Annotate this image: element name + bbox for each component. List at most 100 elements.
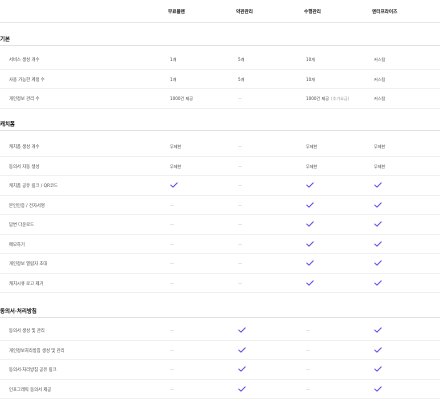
not-included-dash: — xyxy=(170,242,174,247)
table-row: 동의서 자동 생성 무제한 — 무제한 무제한 xyxy=(0,164,440,184)
cell-free: — xyxy=(170,348,174,353)
cell-enterprise xyxy=(374,182,382,188)
cell-consent: — xyxy=(306,367,310,372)
section-title: 동의서·처리방침 xyxy=(0,307,37,315)
cell-value: 5개 xyxy=(238,77,244,82)
feature-label: 캐치폼 공유 링크 / QR코드 xyxy=(9,183,58,189)
cell-value: 1000건 제공 xyxy=(170,96,193,101)
row-divider xyxy=(0,359,440,360)
cell-free: 무제한 xyxy=(170,164,181,170)
cell-value: 5개 xyxy=(238,57,244,62)
feature-label: 인포그래픽 동의서 제공 xyxy=(9,387,51,393)
table-row: 본인인증 / 전자서명 — — xyxy=(0,203,440,223)
cell-terms: — xyxy=(238,261,242,266)
cell-value: 무제한 xyxy=(306,164,317,169)
cell-consent: 10개 xyxy=(306,77,315,83)
not-included-dash: — xyxy=(238,222,242,227)
row-divider xyxy=(0,195,440,196)
cell-consent: 1000건 제공(추가요금) xyxy=(306,96,349,102)
check-icon xyxy=(238,386,246,392)
table-row: 개인정보처리방침 생성 및 관리—— xyxy=(0,348,440,368)
check-icon xyxy=(306,221,314,227)
cell-enterprise: 커스텀 xyxy=(374,96,385,102)
cell-value: 무제한 xyxy=(170,144,181,149)
section-title: 캐치폼 xyxy=(0,120,15,128)
not-included-dash: — xyxy=(238,281,242,286)
not-included-dash: — xyxy=(238,242,242,247)
cell-free: 1개 xyxy=(170,57,176,63)
cell-enterprise xyxy=(374,347,382,353)
cell-consent xyxy=(306,260,314,266)
cell-free: 1000건 제공 xyxy=(170,96,193,102)
cell-free: 무제한 xyxy=(170,144,181,150)
row-divider xyxy=(0,292,440,293)
not-included-dash: — xyxy=(170,281,174,286)
cell-consent xyxy=(306,280,314,286)
cell-consent: — xyxy=(306,328,310,333)
cell-note: (추가요금) xyxy=(331,96,349,101)
feature-label: 메모하기 xyxy=(9,242,25,248)
row-divider xyxy=(0,398,440,399)
cell-terms: — xyxy=(238,96,242,101)
cell-free: — xyxy=(170,222,174,227)
cell-consent: 무제한 xyxy=(306,144,317,150)
cell-free: — xyxy=(170,203,174,208)
cell-terms: 5개 xyxy=(238,57,244,63)
check-icon xyxy=(374,347,382,353)
cell-enterprise xyxy=(374,280,382,286)
cell-value: 무제한 xyxy=(306,144,317,149)
cell-terms: — xyxy=(238,203,242,208)
feature-label: 동의서 생성 및 관리 xyxy=(9,328,45,334)
check-icon xyxy=(374,241,382,247)
cell-terms: — xyxy=(238,183,242,188)
row-divider xyxy=(0,214,440,215)
row-divider xyxy=(0,234,440,235)
check-icon xyxy=(306,280,314,286)
table-row: 동의서 생성 및 관리 — — xyxy=(0,328,440,348)
check-icon xyxy=(306,182,314,188)
cell-enterprise xyxy=(374,327,382,333)
check-icon xyxy=(306,260,314,266)
cell-terms: — xyxy=(238,222,242,227)
check-icon xyxy=(374,260,382,266)
table-header: 무료플랜 약관관리 수행관리 엔터프라이즈 xyxy=(0,0,440,23)
feature-label: 서비스 생성 개수 xyxy=(9,57,39,63)
check-icon xyxy=(374,366,382,372)
table-row: 동의서·처리방침 공유 링크—— xyxy=(0,367,440,387)
not-included-dash: — xyxy=(238,164,242,169)
column-header-consent: 수행관리 xyxy=(304,9,321,15)
column-header-enterprise: 엔터프라이즈 xyxy=(372,9,397,15)
cell-value: 1000건 제공 xyxy=(306,96,329,101)
feature-label: 동의서 자동 생성 xyxy=(9,164,39,170)
cell-enterprise: 무제한 xyxy=(374,164,385,170)
check-icon xyxy=(238,366,246,372)
plan-comparison-table: 무료플랜 약관관리 수행관리 엔터프라이즈 기본서비스 생성 개수1개5개10개… xyxy=(0,0,440,400)
row-divider xyxy=(0,379,440,380)
cell-enterprise xyxy=(374,366,382,372)
check-icon xyxy=(170,182,178,188)
not-included-dash: — xyxy=(170,328,174,333)
table-row: 캐치시큐 로고 제거—— xyxy=(0,281,440,301)
cell-enterprise xyxy=(374,221,382,227)
feature-label: 개인정보 열람자 초대 xyxy=(9,261,47,267)
table-row: 캐치폼 생성 개수무제한—무제한무제한 xyxy=(0,144,440,164)
cell-enterprise xyxy=(374,260,382,266)
row-divider xyxy=(0,273,440,274)
not-included-dash: — xyxy=(238,96,242,101)
check-icon xyxy=(374,280,382,286)
cell-free: — xyxy=(170,367,174,372)
check-icon xyxy=(374,221,382,227)
feature-label: 개인정보처리방침 생성 및 관리 xyxy=(9,348,65,354)
feature-label: 본인인증 / 전자서명 xyxy=(9,203,45,209)
cell-value: 무제한 xyxy=(374,144,385,149)
cell-value: 커스텀 xyxy=(374,57,385,62)
not-included-dash: — xyxy=(306,328,310,333)
check-icon xyxy=(374,182,382,188)
not-included-dash: — xyxy=(238,203,242,208)
table-row: 메모하기 — — xyxy=(0,242,440,262)
not-included-dash: — xyxy=(306,367,310,372)
column-header-terms: 약관관리 xyxy=(236,9,253,15)
cell-consent xyxy=(306,241,314,247)
section-divider xyxy=(0,130,440,131)
check-icon xyxy=(374,202,382,208)
